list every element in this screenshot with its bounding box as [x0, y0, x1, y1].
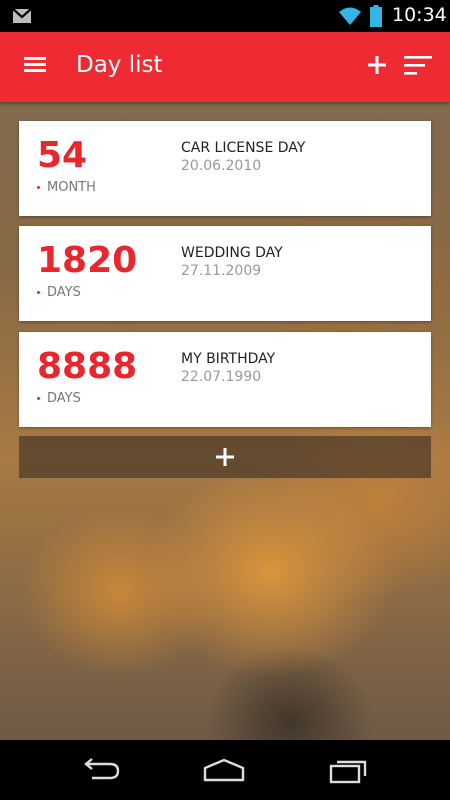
event-name: MY BIRTHDAY — [181, 351, 276, 367]
status-bar: 10:34 — [0, 0, 450, 32]
app-bar: Day list — [0, 32, 450, 102]
battery-icon — [370, 5, 382, 27]
day-count: 8888 — [37, 346, 138, 387]
event-date: 27.11.2009 — [181, 263, 262, 279]
add-item-button[interactable] — [19, 436, 431, 478]
day-unit: MONTH — [47, 180, 96, 195]
event-name: CAR LICENSE DAY — [181, 140, 306, 156]
event-name: WEDDING DAY — [181, 245, 283, 261]
unit-bullet — [37, 397, 40, 400]
list-item[interactable]: 1820 DAYS WEDDING DAY 27.11.2009 — [19, 226, 431, 321]
unit-bullet — [37, 291, 40, 294]
wifi-icon — [339, 7, 361, 25]
page-title: Day list — [76, 52, 163, 78]
back-icon[interactable] — [78, 756, 122, 784]
day-count: 54 — [37, 135, 88, 176]
event-date: 20.06.2010 — [181, 158, 262, 174]
plus-icon — [216, 448, 234, 466]
day-count: 1820 — [37, 240, 138, 281]
day-unit: DAYS — [47, 285, 81, 300]
sort-icon[interactable] — [402, 52, 434, 80]
add-icon[interactable] — [362, 50, 392, 80]
list-item[interactable]: 54 MONTH CAR LICENSE DAY 20.06.2010 — [19, 121, 431, 216]
navigation-bar — [0, 740, 450, 800]
menu-icon[interactable] — [22, 54, 48, 80]
gmail-icon — [12, 8, 32, 23]
unit-bullet — [37, 186, 40, 189]
home-icon[interactable] — [202, 756, 246, 784]
list-item[interactable]: 8888 DAYS MY BIRTHDAY 22.07.1990 — [19, 332, 431, 427]
day-unit: DAYS — [47, 391, 81, 406]
event-date: 22.07.1990 — [181, 369, 262, 385]
status-clock: 10:34 — [392, 4, 447, 26]
recents-icon[interactable] — [328, 756, 372, 784]
